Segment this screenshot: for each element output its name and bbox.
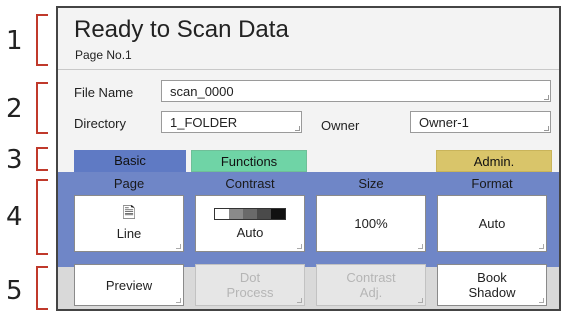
page-button[interactable]: 🗎 Line — [74, 195, 184, 252]
owner-field[interactable]: Owner-1 — [410, 111, 551, 133]
contrast-adj-button[interactable]: Contrast Adj. — [316, 264, 426, 306]
corner-mark — [297, 244, 302, 249]
header-divider — [58, 69, 559, 70]
corner-mark — [176, 244, 181, 249]
corner-mark — [418, 298, 423, 303]
directory-label: Directory — [74, 116, 127, 131]
page-value: Line — [116, 226, 142, 241]
preview-button[interactable]: Preview — [74, 264, 184, 306]
callout-5: 5 — [0, 266, 60, 310]
dot-process-line2: Process — [226, 285, 274, 300]
page-title: Ready to Scan Data — [74, 16, 289, 43]
book-shadow-line2: Shadow — [468, 285, 516, 300]
dot-process-line1: Dot — [239, 270, 261, 285]
dot-process-button[interactable]: Dot Process — [195, 264, 305, 306]
corner-mark — [544, 126, 549, 131]
tab-functions[interactable]: Functions — [191, 150, 307, 172]
tab-admin-label: Admin. — [473, 154, 515, 169]
size-heading: Size — [358, 176, 384, 191]
tab-basic[interactable]: Basic — [74, 150, 186, 172]
contrast-value: Auto — [236, 225, 264, 240]
page-icon: 🗎 — [122, 205, 136, 222]
scan-panel: Ready to Scan Data Page No.1 File Name s… — [56, 6, 561, 311]
callout-bracket — [36, 266, 48, 310]
callout-bracket — [36, 14, 48, 66]
directory-field[interactable]: 1_FOLDER — [161, 111, 302, 133]
contrast-bar-icon — [214, 208, 286, 220]
callout-3: 3 — [0, 145, 60, 175]
callout-number: 1 — [6, 26, 23, 56]
callout-number: 3 — [6, 145, 23, 175]
corner-mark — [176, 298, 181, 303]
contrast-heading: Contrast — [225, 176, 275, 191]
callout-bracket — [36, 147, 48, 171]
format-heading: Format — [471, 176, 513, 191]
callout-bracket — [36, 82, 48, 134]
file-name-field[interactable]: scan_0000 — [161, 80, 551, 102]
callout-4: 4 — [0, 179, 60, 255]
corner-mark — [295, 126, 300, 131]
book-shadow-button[interactable]: Book Shadow — [437, 264, 547, 306]
contrast-adj-line2: Adj. — [359, 285, 383, 300]
callout-number: 2 — [6, 94, 23, 124]
owner-label: Owner — [321, 118, 360, 133]
format-value: Auto — [478, 216, 506, 231]
corner-mark — [418, 244, 423, 249]
callout-number: 4 — [6, 202, 23, 232]
corner-mark — [297, 298, 302, 303]
callout-bracket — [36, 179, 48, 255]
preview-label: Preview — [105, 277, 153, 293]
size-value: 100% — [354, 216, 388, 231]
book-shadow-line1: Book — [477, 270, 507, 285]
callout-number: 5 — [6, 276, 23, 306]
corner-mark — [539, 298, 544, 303]
page-heading: Page — [113, 176, 145, 191]
tab-admin[interactable]: Admin. — [436, 150, 552, 172]
callout-2: 2 — [0, 82, 60, 134]
owner-value: Owner-1 — [419, 115, 469, 130]
callout-1: 1 — [0, 14, 60, 66]
file-name-value: scan_0000 — [170, 84, 234, 99]
corner-mark — [539, 244, 544, 249]
contrast-adj-line1: Contrast — [346, 270, 396, 285]
tab-functions-label: Functions — [220, 154, 278, 169]
directory-value: 1_FOLDER — [170, 115, 238, 130]
corner-mark — [544, 95, 549, 100]
page-number: Page No.1 — [75, 48, 132, 62]
file-name-label: File Name — [74, 85, 134, 100]
contrast-button[interactable]: Auto — [195, 195, 305, 252]
size-button[interactable]: 100% — [316, 195, 426, 252]
tab-basic-label: Basic — [114, 153, 146, 168]
format-button[interactable]: Auto — [437, 195, 547, 252]
